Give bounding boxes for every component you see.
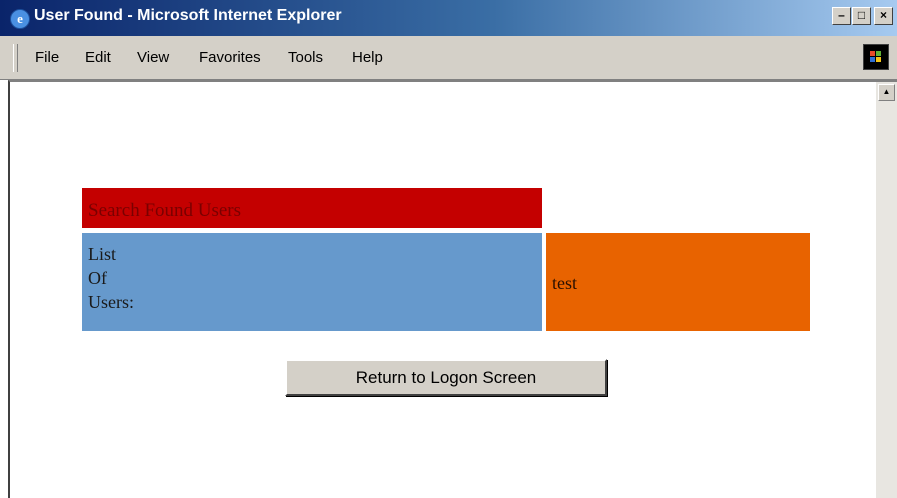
- menu-edit[interactable]: Edit: [85, 49, 111, 66]
- list-of-users-label: List Of Users:: [88, 242, 134, 314]
- maximize-button[interactable]: □: [852, 7, 871, 25]
- label-line-3: Users:: [88, 292, 134, 312]
- menu-tools[interactable]: Tools: [288, 49, 323, 66]
- vertical-scrollbar[interactable]: ▲: [876, 82, 897, 498]
- label-line-2: Of: [88, 268, 107, 288]
- minimize-button[interactable]: –: [832, 7, 851, 25]
- found-user-value: test: [552, 273, 577, 293]
- menu-grip[interactable]: [13, 44, 18, 72]
- window-title: User Found - Microsoft Internet Explorer: [34, 7, 342, 24]
- close-button[interactable]: ×: [874, 7, 893, 25]
- menu-bar: File Edit View Favorites Tools Help: [0, 36, 897, 80]
- menu-file[interactable]: File: [35, 49, 59, 66]
- menu-help[interactable]: Help: [352, 49, 383, 66]
- windows-logo-icon: [863, 44, 889, 70]
- list-of-users-label-cell: List Of Users:: [82, 233, 542, 331]
- found-users-cell: test: [546, 233, 810, 331]
- title-bar: e User Found - Microsoft Internet Explor…: [0, 0, 897, 36]
- return-to-logon-button[interactable]: Return to Logon Screen: [285, 359, 607, 396]
- menu-favorites[interactable]: Favorites: [199, 49, 261, 66]
- menu-view[interactable]: View: [137, 49, 169, 66]
- label-line-1: List: [88, 244, 117, 264]
- ie-logo-icon: e: [10, 9, 30, 29]
- search-results-header: Search Found Users: [82, 188, 542, 228]
- search-results-title: Search Found Users: [88, 200, 242, 221]
- scroll-up-arrow-icon[interactable]: ▲: [878, 84, 895, 101]
